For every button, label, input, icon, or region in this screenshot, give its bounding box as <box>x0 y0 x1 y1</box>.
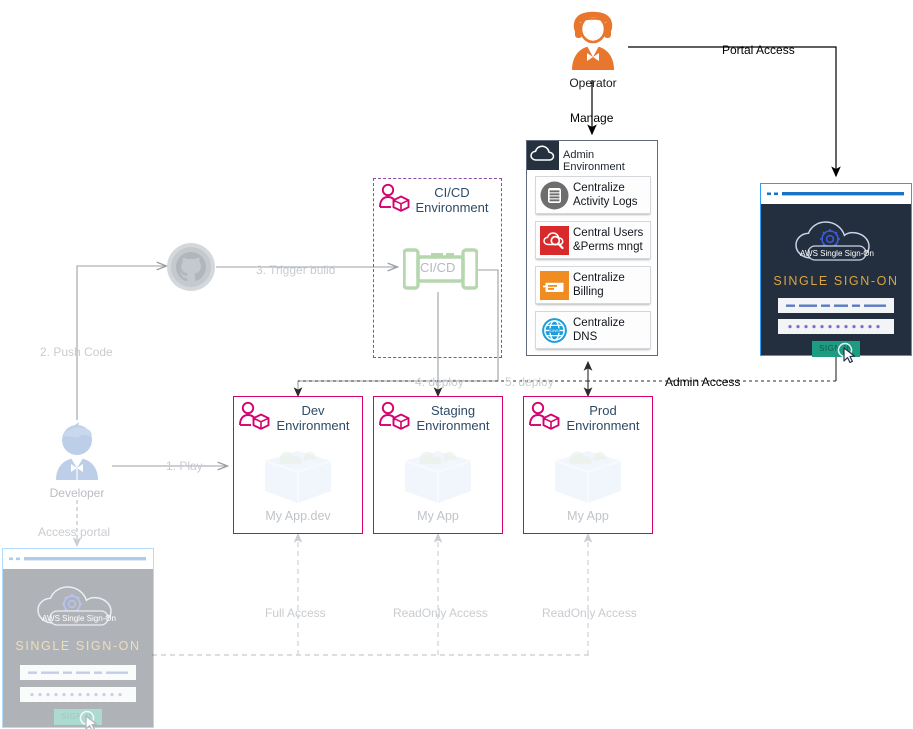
aws-sso-logo-icon: AWS Single Sign-On <box>37 586 116 626</box>
aws-sso-logo-text: AWS Single Sign-On <box>42 614 116 623</box>
billing-icon <box>540 271 569 300</box>
sso-password-field[interactable] <box>20 687 136 702</box>
svg-text:DNS: DNS <box>550 328 559 333</box>
sso-portal-developer[interactable]: AWS Single Sign-On SINGLE SIGN-ON SIGN I… <box>2 548 154 729</box>
aws-account-icon <box>529 401 560 430</box>
admin-card-activity-logs[interactable]: Centralize Activity Logs <box>535 176 651 214</box>
mouse-cursor-icon <box>79 710 98 729</box>
aws-account-icon <box>239 401 270 430</box>
sso-username-field[interactable] <box>20 665 136 680</box>
label-deploy-5: 5. deploy <box>505 375 554 389</box>
admin-card-dns[interactable]: DNS Centralize DNS <box>535 311 651 349</box>
aws-sso-logo-icon: AWS Single Sign-On <box>795 221 874 261</box>
operator-actor: Operator <box>558 8 628 90</box>
sso-portal-body: AWS Single Sign-On SINGLE SIGN-ON SIGN I… <box>761 204 911 364</box>
label-deploy-4: 4. deploy <box>415 375 464 389</box>
admin-card-label: Centralize DNS <box>573 317 625 343</box>
dev-environment-title: Dev Environment <box>276 403 350 433</box>
label-full-access: Full Access <box>265 606 326 620</box>
app-box-icon <box>554 451 622 503</box>
sso-portal-title: SINGLE SIGN-ON <box>15 639 141 653</box>
sso-password-field[interactable] <box>778 319 894 334</box>
label-push-code: 2. Push Code <box>40 345 113 359</box>
sso-portal-title: SINGLE SIGN-ON <box>773 274 899 288</box>
aws-account-icon <box>379 401 410 430</box>
cicd-pipeline-label: CI/CD <box>420 260 456 275</box>
label-access-portal: Access portal <box>38 525 111 539</box>
mouse-cursor-icon <box>837 342 856 364</box>
label-manage: Manage <box>570 111 614 125</box>
dev-environment-box: Dev Environment My App.dev <box>233 396 363 534</box>
github-icon <box>166 242 216 292</box>
app-box-icon <box>264 451 332 503</box>
prod-environment-box: Prod Environment My App <box>523 396 653 534</box>
admin-card-label: Centralize Billing <box>573 272 625 298</box>
admin-environment-title: Admin Environment <box>563 149 625 173</box>
iam-users-icon <box>540 226 569 255</box>
cloudtrail-logs-icon <box>540 181 569 210</box>
admin-card-billing[interactable]: Centralize Billing <box>535 266 651 304</box>
admin-environment-box: Admin Environment Centralize Activity Lo… <box>526 140 658 356</box>
label-admin-access: Admin Access <box>665 375 741 389</box>
prod-environment-title: Prod Environment <box>566 403 640 433</box>
admin-card-label: Centralize Activity Logs <box>573 182 638 208</box>
app-box-icon <box>404 451 472 503</box>
staging-app-label: My App <box>417 509 459 523</box>
developer-actor: Developer <box>42 420 112 500</box>
admin-card-central-users[interactable]: Central Users &Perms mngt <box>535 221 651 259</box>
cicd-environment-title: CI/CD Environment <box>415 185 489 215</box>
developer-label: Developer <box>49 486 105 500</box>
sso-portal-body: AWS Single Sign-On SINGLE SIGN-ON SIGN I… <box>3 569 153 729</box>
admin-environment-header: Admin Environment <box>527 141 657 173</box>
browser-url-bar[interactable] <box>761 184 911 204</box>
label-play: 1. Play <box>166 459 203 473</box>
operator-person-icon <box>572 11 614 70</box>
aws-account-icon <box>379 183 410 212</box>
prod-app-label: My App <box>567 509 609 523</box>
label-readonly-access-staging: ReadOnly Access <box>393 606 488 620</box>
cloud-icon <box>527 141 559 170</box>
route53-dns-icon: DNS <box>540 316 569 345</box>
developer-person-icon <box>56 422 98 480</box>
staging-environment-title: Staging Environment <box>416 403 490 433</box>
diagram-canvas: Operator Developer CI/CD Environment CI/… <box>0 0 913 729</box>
label-portal-access: Portal Access <box>722 43 795 57</box>
dev-app-label: My App.dev <box>265 509 331 523</box>
aws-sso-logo-text: AWS Single Sign-On <box>800 249 874 258</box>
label-readonly-access-prod: ReadOnly Access <box>542 606 637 620</box>
browser-url-bar[interactable] <box>3 549 153 569</box>
sso-portal-operator[interactable]: AWS Single Sign-On SINGLE SIGN-ON SIGN I… <box>760 183 912 364</box>
operator-label: Operator <box>569 76 617 90</box>
sso-username-field[interactable] <box>778 298 894 313</box>
staging-environment-box: Staging Environment My App <box>373 396 503 534</box>
admin-card-label: Central Users &Perms mngt <box>573 227 644 253</box>
label-trigger-build: 3. Trigger build <box>256 263 336 277</box>
